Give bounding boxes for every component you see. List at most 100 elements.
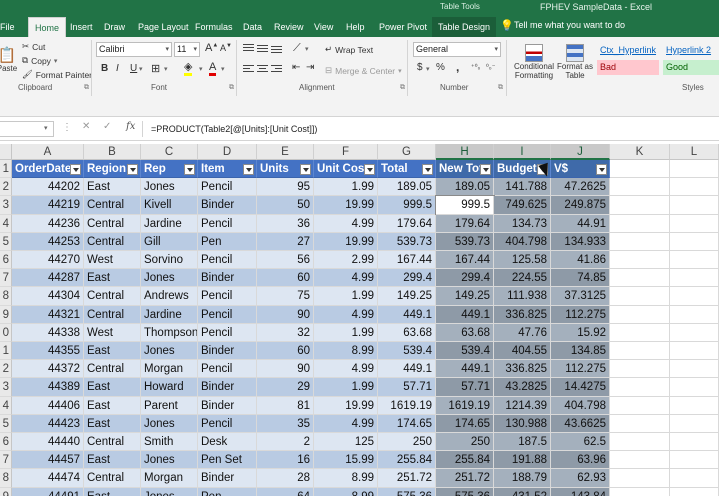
- table-cell[interactable]: 57.71: [378, 378, 436, 397]
- row-header[interactable]: 4: [0, 396, 12, 415]
- table-header-cell[interactable]: V$: [551, 160, 610, 179]
- table-cell[interactable]: Central: [84, 287, 141, 306]
- empty-cell[interactable]: [670, 214, 719, 233]
- table-header-cell[interactable]: OrderDate: [12, 160, 84, 179]
- table-cell[interactable]: 187.5: [494, 433, 551, 452]
- table-header-cell[interactable]: Rep: [141, 160, 198, 179]
- empty-cell[interactable]: [670, 269, 719, 288]
- row-header[interactable]: 9: [0, 305, 12, 324]
- table-cell[interactable]: 191.88: [494, 451, 551, 470]
- style-bad[interactable]: Bad: [597, 60, 659, 75]
- empty-cell[interactable]: [610, 342, 670, 361]
- table-cell[interactable]: 539.4: [436, 342, 494, 361]
- clipboard-launcher-icon[interactable]: ⧉: [84, 84, 89, 92]
- row-header[interactable]: 3: [0, 196, 12, 215]
- empty-cell[interactable]: [670, 414, 719, 433]
- table-cell[interactable]: 62.5: [551, 433, 610, 452]
- orientation-dropdown-icon[interactable]: ▾: [305, 45, 309, 53]
- tab-table-design[interactable]: Table Design: [432, 17, 497, 37]
- table-cell[interactable]: Morgan: [141, 469, 198, 488]
- tab-file[interactable]: File: [0, 17, 15, 37]
- table-cell[interactable]: 19.99: [314, 232, 378, 251]
- table-cell[interactable]: Pencil: [198, 360, 257, 379]
- table-cell[interactable]: 111.938: [494, 287, 551, 306]
- table-cell[interactable]: Pen: [198, 487, 257, 496]
- column-header-c[interactable]: C: [141, 144, 198, 160]
- column-header-f[interactable]: F: [314, 144, 378, 160]
- table-cell[interactable]: 539.73: [436, 232, 494, 251]
- empty-cell[interactable]: [670, 487, 719, 496]
- table-cell[interactable]: 299.4: [378, 269, 436, 288]
- table-cell[interactable]: 4.99: [314, 414, 378, 433]
- table-cell[interactable]: 250: [378, 433, 436, 452]
- table-cell[interactable]: 27: [257, 232, 314, 251]
- table-cell[interactable]: 44287: [12, 269, 84, 288]
- table-header-cell[interactable]: New Tot: [436, 160, 494, 179]
- format-painter-button[interactable]: 🖌 Format Painter: [22, 69, 92, 80]
- table-cell[interactable]: 50: [257, 196, 314, 215]
- table-cell[interactable]: 143.84: [551, 487, 610, 496]
- style-good[interactable]: Good: [663, 60, 719, 75]
- decrease-indent-icon[interactable]: ⇤: [292, 62, 300, 73]
- empty-cell[interactable]: [670, 305, 719, 324]
- table-cell[interactable]: 404.55: [494, 342, 551, 361]
- table-cell[interactable]: 15.92: [551, 323, 610, 342]
- name-box-dropdown-icon[interactable]: ▾: [44, 124, 48, 132]
- table-header-cell[interactable]: Region: [84, 160, 141, 179]
- empty-cell[interactable]: [610, 269, 670, 288]
- filter-dropdown-icon[interactable]: [422, 164, 433, 175]
- table-cell[interactable]: Pencil: [198, 305, 257, 324]
- conditional-formatting-button[interactable]: Conditional Formatting: [512, 40, 556, 84]
- table-cell[interactable]: Binder: [198, 342, 257, 361]
- enter-icon[interactable]: ✓: [103, 121, 111, 132]
- table-cell[interactable]: Desk: [198, 433, 257, 452]
- table-cell[interactable]: 63.96: [551, 451, 610, 470]
- empty-cell[interactable]: [610, 487, 670, 496]
- table-cell[interactable]: 336.825: [494, 305, 551, 324]
- wrap-text-button[interactable]: ↵ Wrap Text: [325, 44, 373, 55]
- increase-font-icon[interactable]: A▲: [205, 42, 218, 54]
- empty-cell[interactable]: [610, 360, 670, 379]
- table-cell[interactable]: 251.72: [436, 469, 494, 488]
- table-cell[interactable]: Jardine: [141, 214, 198, 233]
- table-cell[interactable]: 1214.39: [494, 396, 551, 415]
- table-cell[interactable]: 63.68: [378, 323, 436, 342]
- table-cell[interactable]: 60: [257, 342, 314, 361]
- empty-cell[interactable]: [670, 251, 719, 270]
- table-cell[interactable]: 44474: [12, 469, 84, 488]
- table-cell[interactable]: Jones: [141, 451, 198, 470]
- align-left-icon[interactable]: [243, 65, 254, 74]
- orientation-icon[interactable]: ⟋: [293, 42, 301, 55]
- align-center-icon[interactable]: [257, 65, 268, 74]
- table-cell[interactable]: 2: [257, 433, 314, 452]
- filter-dropdown-icon[interactable]: [300, 164, 311, 175]
- row-header[interactable]: 2: [0, 178, 12, 197]
- row-header[interactable]: 8: [0, 469, 12, 488]
- table-cell[interactable]: East: [84, 396, 141, 415]
- empty-cell[interactable]: [670, 378, 719, 397]
- table-cell[interactable]: 90: [257, 360, 314, 379]
- insert-function-icon[interactable]: fx: [126, 121, 135, 132]
- borders-dropdown-icon[interactable]: ▾: [164, 65, 168, 73]
- table-cell[interactable]: Central: [84, 196, 141, 215]
- row-header[interactable]: 6: [0, 433, 12, 452]
- table-cell[interactable]: 255.84: [378, 451, 436, 470]
- table-cell[interactable]: 999.5: [435, 195, 495, 216]
- row-header[interactable]: 6: [0, 251, 12, 270]
- table-cell[interactable]: Andrews: [141, 287, 198, 306]
- table-cell[interactable]: 44372: [12, 360, 84, 379]
- table-cell[interactable]: Jardine: [141, 305, 198, 324]
- table-cell[interactable]: 4.99: [314, 305, 378, 324]
- empty-cell[interactable]: [670, 178, 719, 197]
- table-cell[interactable]: Jones: [141, 269, 198, 288]
- table-cell[interactable]: Howard: [141, 378, 198, 397]
- table-header-cell[interactable]: Unit Cost: [314, 160, 378, 179]
- number-launcher-icon[interactable]: ⧉: [498, 84, 503, 92]
- underline-button[interactable]: U: [130, 63, 137, 74]
- comma-format-button[interactable]: ,: [456, 60, 459, 74]
- table-cell[interactable]: Pencil: [198, 178, 257, 197]
- table-cell[interactable]: 4.99: [314, 269, 378, 288]
- empty-cell[interactable]: [610, 323, 670, 342]
- table-cell[interactable]: 1619.19: [378, 396, 436, 415]
- table-cell[interactable]: 57.71: [436, 378, 494, 397]
